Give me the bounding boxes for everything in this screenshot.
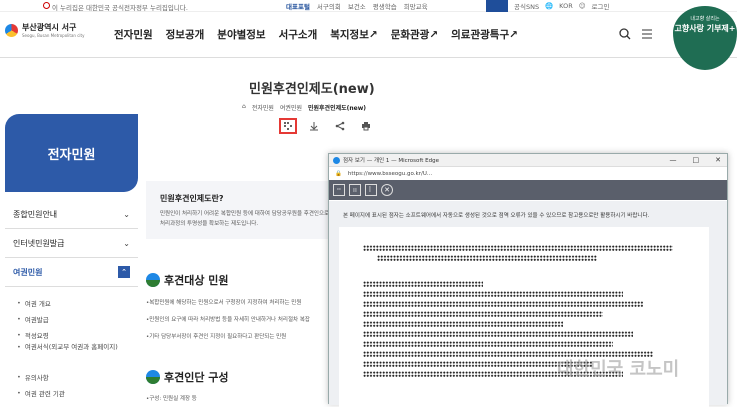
page-title: 민원후견인제도(new) (249, 82, 375, 97)
utility-links: 대표포털 서구의회 보건소 평생학습 희망교육 (286, 1, 428, 11)
intro-heading: 민원후견인제도란? (160, 194, 224, 203)
sidebar-menu: 종합민원안내 ⌄ 인터넷민원발급 ⌄ 여권민원 ⌃ 여권 개요 여권발급 적성요… (5, 200, 138, 401)
link-lifelong-learning[interactable]: 평생학습 (373, 1, 397, 11)
nav-medical-tour[interactable]: 의료관광특구↗ (451, 27, 518, 42)
section-bullet-icon (146, 273, 160, 287)
submenu-item[interactable]: 여권 관련 기관 (17, 385, 138, 401)
breadcrumb: ⌂ 전자민원 여권민원 민원후견인제도(new) (242, 103, 366, 112)
window-title: 점자 보기 — 개인 1 — Microsoft Edge (343, 158, 439, 164)
main-navigation: 전자민원 정보공개 분야별정보 서구소개 복지정보↗ 문화관광↗ 의료관광특구↗ (114, 27, 531, 42)
braille-single-icon[interactable]: ⠇ (365, 184, 377, 196)
home-icon[interactable]: ⌂ (242, 103, 246, 112)
badge-caption: 내고향 살리는 (690, 16, 720, 22)
window-titlebar[interactable]: 점자 보기 — 개인 1 — Microsoft Edge — □ ✕ (329, 154, 727, 167)
sidebar-item-passport[interactable]: 여권민원 ⌃ (5, 258, 138, 287)
login-link[interactable]: 로그인 (592, 1, 610, 11)
print-icon (362, 122, 370, 131)
chevron-down-icon: ⌄ (123, 238, 130, 248)
nav-info-disclosure[interactable]: 정보공개 (166, 27, 205, 42)
intro-line: 민원인이 처리하기 어려운 복합민원 등에 대하여 담당공무원을 후견인으로 지… (160, 211, 340, 217)
section-bullet: 기타 담당부서장이 후견인 지정이 필요하다고 판단되는 민원 (146, 332, 331, 340)
site-logo[interactable]: 부산광역시 서구 Seogu, Busan Metropolitan city (5, 22, 84, 38)
minimize-button[interactable]: — (670, 156, 677, 164)
top-utility-bar: 이 누리집은 대한민국 공식전자정부 누리집입니다. 대표포털 서구의회 보건소… (0, 0, 737, 12)
watermark: 대한민국 코노미 (557, 359, 680, 380)
globe-icon: 🌐 (545, 2, 554, 10)
search-icon[interactable] (619, 28, 631, 40)
braille-icon (284, 122, 292, 130)
link-hope-education[interactable]: 희망교육 (404, 1, 428, 11)
section-bullet: 구성: 민원실 계장 등 (146, 394, 331, 402)
utility-right: 공식SNS 🌐 KOR ☺ 로그인 (486, 0, 609, 12)
logo-title: 부산광역시 서구 (22, 23, 77, 32)
section-title: 후견인단 구성 (164, 371, 229, 384)
lock-icon: 🔒 (335, 170, 342, 177)
breadcrumb-item[interactable]: 여권민원 (280, 103, 302, 112)
link-health-center[interactable]: 보건소 (348, 1, 366, 11)
share-button[interactable] (331, 118, 349, 134)
braille-grid-icon[interactable]: ⠒ (333, 184, 345, 196)
korea-flag-icon (43, 2, 50, 9)
menu-icon[interactable] (641, 28, 653, 40)
section-guardian-team: 후견인단 구성 (146, 369, 229, 385)
nav-e-civil[interactable]: 전자민원 (114, 27, 153, 42)
close-circle-icon[interactable]: ✕ (381, 184, 393, 196)
intro-line: 처리과정의 투명성을 확보하는 제도입니다. (160, 221, 259, 227)
header-icons (619, 28, 653, 40)
braille-grid-icon[interactable]: ⠶ (349, 184, 361, 196)
chevron-up-icon: ⌃ (118, 266, 130, 278)
section-bullet: 민원인의 요구에 따라 처리방법 등을 자세히 안내하거나 처리절차 복잡 (146, 315, 331, 323)
blue-banner-block (486, 0, 508, 12)
submenu-item[interactable]: 여권서식(외교부 여권과 홈페이지) (17, 343, 138, 369)
close-button[interactable]: ✕ (715, 156, 721, 164)
nav-welfare[interactable]: 복지정보↗ (330, 27, 377, 42)
sns-menu[interactable]: 공식SNS (514, 1, 539, 11)
link-main-portal[interactable]: 대표포털 (286, 1, 310, 11)
submenu-item[interactable]: 여권 개요 (17, 295, 138, 311)
braille-view-button[interactable] (279, 118, 297, 134)
section-title: 후견대상 민원 (164, 274, 229, 287)
maximize-button[interactable]: □ (693, 156, 700, 164)
badge-title: 고향사랑 기부제+ (674, 24, 736, 33)
sidebar-item-general-guide[interactable]: 종합민원안내 ⌄ (5, 200, 138, 229)
breadcrumb-current: 민원후견인제도(new) (308, 105, 367, 112)
download-button[interactable] (305, 118, 323, 134)
viewer-toolbar: ⠒ ⠶ ⠇ ✕ (329, 180, 727, 200)
user-icon: ☺ (578, 2, 586, 10)
sidebar-submenu: 여권 개요 여권발급 적성요령 여권서식(외교부 여권과 홈페이지) 유의사항 … (5, 287, 138, 401)
breadcrumb-item[interactable]: 전자민원 (252, 103, 274, 112)
address-url: https://www.bsseogu.go.kr/U... (347, 170, 433, 177)
logo-mark-icon (5, 23, 18, 37)
submenu-item[interactable]: 여권발급 (17, 311, 138, 327)
gov-notice: 이 누리집은 대한민국 공식전자정부 누리집입니다. (52, 4, 188, 12)
intro-box: 민원후견인제도란? 민원인이 처리하기 어려운 복합민원 등에 대하여 담당공무… (146, 181, 346, 239)
sidebar-title: 전자민원 (5, 114, 138, 192)
sidebar-item-internet-issue[interactable]: 인터넷민원발급 ⌄ (5, 229, 138, 258)
sidebar-item-label: 종합민원안내 (13, 209, 58, 219)
submenu-item[interactable]: 유의사항 (17, 369, 138, 385)
address-bar[interactable]: 🔒 https://www.bsseogu.go.kr/U... (329, 167, 727, 180)
section-bullet: 복합민원에 해당하는 민원으로서 구청장이 지정하여 처리하는 민원 (146, 298, 331, 306)
submenu-item[interactable]: 적성요령 (17, 327, 138, 343)
nav-culture-tour[interactable]: 문화관광↗ (391, 27, 438, 42)
hometown-donation-badge[interactable]: 내고향 살리는 고향사랑 기부제+ (673, 6, 737, 70)
language-select[interactable]: KOR (559, 2, 573, 10)
sidebar-item-label: 여권민원 (13, 267, 43, 277)
section-target-civil: 후견대상 민원 (146, 272, 229, 288)
logo-subtitle: Seogu, Busan Metropolitan city (22, 33, 85, 38)
nav-about[interactable]: 서구소개 (279, 27, 318, 42)
download-icon (310, 122, 318, 131)
link-council[interactable]: 서구의회 (317, 1, 341, 11)
viewer-notice: 본 페이지에 표시된 점자는 소프트웨어에서 자동으로 생성된 것으로 점역 오… (343, 213, 650, 219)
section-bullet-icon (146, 370, 160, 384)
sidebar-item-label: 인터넷민원발급 (13, 238, 65, 248)
share-icon (335, 121, 345, 131)
chevron-down-icon: ⌄ (123, 209, 130, 219)
edge-icon (333, 156, 340, 164)
page-tools (279, 118, 375, 134)
print-button[interactable] (357, 118, 375, 134)
nav-field-info[interactable]: 분야별정보 (217, 27, 265, 42)
